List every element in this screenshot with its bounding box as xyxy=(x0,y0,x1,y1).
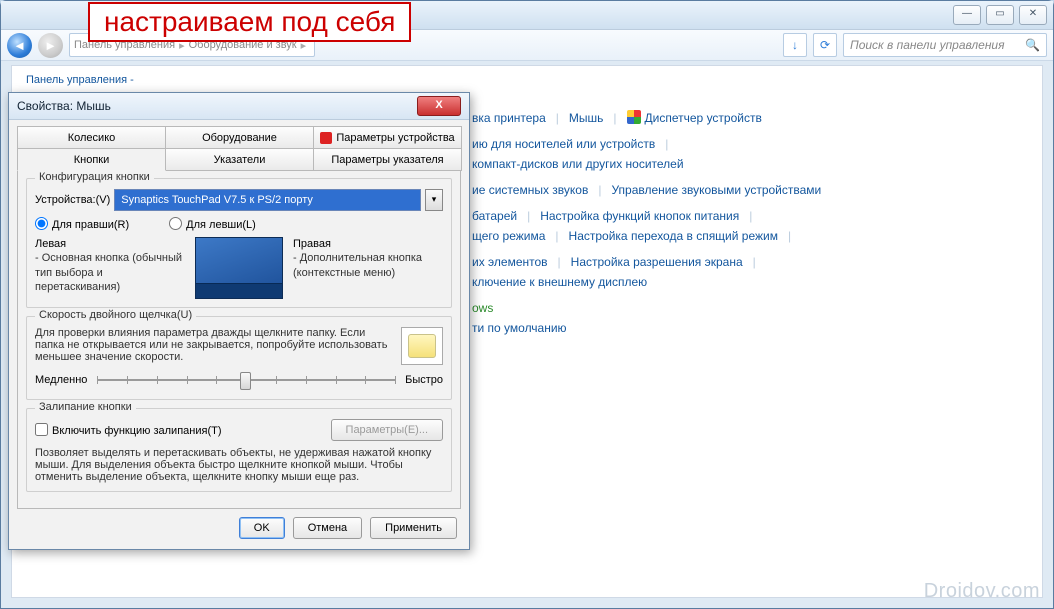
group-button-config: Конфигурация кнопки Устройства:(V) Synap… xyxy=(26,178,452,308)
tab-strip: Колесико Оборудование Параметры устройст… xyxy=(17,126,461,170)
link-sleep-mode[interactable]: щего режима xyxy=(472,229,545,243)
tab-page-buttons: Конфигурация кнопки Устройства:(V) Synap… xyxy=(17,170,461,509)
annotation-overlay: настраиваем под себя xyxy=(88,2,411,42)
shield-icon xyxy=(627,110,641,124)
link-add-printer[interactable]: вка принтера xyxy=(472,111,546,125)
apply-button[interactable]: Применить xyxy=(370,517,457,539)
link-elements[interactable]: их элементов xyxy=(472,255,548,269)
clicklock-params-button[interactable]: Параметры(E)... xyxy=(331,419,443,441)
refresh-button[interactable]: ⟳ xyxy=(813,33,837,57)
right-col-text: - Дополнительная кнопка (контекстные мен… xyxy=(293,251,443,280)
group-legend: Залипание кнопки xyxy=(35,401,136,413)
link-autoplay[interactable]: ию для носителей или устройств xyxy=(472,137,655,151)
link-external-display[interactable]: ключение к внешнему дисплею xyxy=(472,275,647,289)
folder-icon xyxy=(408,334,436,358)
link-windows[interactable]: ows xyxy=(472,301,493,315)
doubleclick-slider[interactable] xyxy=(97,369,395,391)
fast-label: Быстро xyxy=(405,374,443,386)
tab-hardware[interactable]: Оборудование xyxy=(165,126,314,149)
device-combo[interactable]: Synaptics TouchPad V7.5 к PS/2 порту xyxy=(114,189,421,211)
group-legend: Конфигурация кнопки xyxy=(35,171,154,183)
radio-left-input[interactable] xyxy=(169,217,182,230)
dialog-close-button[interactable]: X xyxy=(417,96,461,116)
slider-thumb[interactable] xyxy=(240,372,251,390)
device-label: Устройства:(V) xyxy=(35,194,110,206)
link-audio-devices[interactable]: Управление звуковыми устройствами xyxy=(611,183,821,197)
link-system-sounds[interactable]: ие системных звуков xyxy=(472,183,588,197)
doubleclick-text: Для проверки влияния параметра дважды ще… xyxy=(35,327,391,363)
group-doubleclick-speed: Скорость двойного щелчка(U) Для проверки… xyxy=(26,316,452,400)
group-legend: Скорость двойного щелчка(U) xyxy=(35,309,196,321)
tab-wheel[interactable]: Колесико xyxy=(17,126,166,149)
left-col-title: Левая xyxy=(35,237,185,251)
cancel-button[interactable]: Отмена xyxy=(293,517,362,539)
back-button[interactable]: ◄ xyxy=(7,33,32,58)
search-input[interactable]: Поиск в панели управления 🔍 xyxy=(843,33,1047,57)
minimize-button[interactable]: — xyxy=(953,5,981,25)
link-power-buttons[interactable]: Настройка функций кнопок питания xyxy=(540,209,739,223)
search-icon: 🔍 xyxy=(1025,38,1040,52)
right-col-title: Правая xyxy=(293,237,443,251)
group-clicklock: Залипание кнопки Включить функцию залипа… xyxy=(26,408,452,492)
slow-label: Медленно xyxy=(35,374,87,386)
tab-pointers[interactable]: Указатели xyxy=(165,148,314,171)
ok-button[interactable]: OK xyxy=(239,517,285,539)
test-folder[interactable] xyxy=(401,327,443,365)
dialog-title: Свойства: Мышь xyxy=(17,99,111,113)
link-cd[interactable]: компакт-дисков или других носителей xyxy=(472,157,684,171)
link-battery[interactable]: батарей xyxy=(472,209,517,223)
combo-dropdown-button[interactable]: ▾ xyxy=(425,189,443,211)
watermark: Droidov.com xyxy=(924,580,1040,603)
link-mouse[interactable]: Мышь xyxy=(569,111,604,125)
link-device-manager[interactable]: Диспетчер устройств xyxy=(645,111,762,125)
forward-button[interactable]: ► xyxy=(38,33,63,58)
subheader-title: Панель управления - xyxy=(26,74,134,86)
subheader: Панель управления - xyxy=(12,66,1042,94)
refresh-button[interactable]: ↓ xyxy=(783,33,807,57)
left-col-text: - Основная кнопка (обычный тип выбора и … xyxy=(35,251,185,294)
tab-device-params[interactable]: Параметры устройства xyxy=(313,126,462,149)
tab-buttons[interactable]: Кнопки xyxy=(17,148,166,171)
maximize-button[interactable]: ▭ xyxy=(986,5,1014,25)
clicklock-checkbox[interactable] xyxy=(35,423,48,436)
clicklock-checkbox-label[interactable]: Включить функцию залипания(T) xyxy=(35,423,222,437)
radio-right-handed[interactable]: Для правши(R) xyxy=(35,217,129,231)
link-defaults[interactable]: ти по умолчанию xyxy=(472,321,567,335)
link-sleep-settings[interactable]: Настройка перехода в спящий режим xyxy=(569,229,778,243)
link-resolution[interactable]: Настройка разрешения экрана xyxy=(571,255,743,269)
synaptics-icon xyxy=(320,132,332,144)
radio-left-handed[interactable]: Для левши(L) xyxy=(169,217,256,231)
touchpad-preview xyxy=(195,237,283,299)
radio-right-input[interactable] xyxy=(35,217,48,230)
close-button[interactable]: ✕ xyxy=(1019,5,1047,25)
dialog-titlebar[interactable]: Свойства: Мышь X xyxy=(9,93,469,120)
clicklock-text: Позволяет выделять и перетаскивать объек… xyxy=(35,447,443,483)
tab-pointer-options[interactable]: Параметры указателя xyxy=(313,148,462,171)
mouse-properties-dialog: Свойства: Мышь X Колесико Оборудование П… xyxy=(8,92,470,550)
search-placeholder: Поиск в панели управления xyxy=(850,38,1005,52)
